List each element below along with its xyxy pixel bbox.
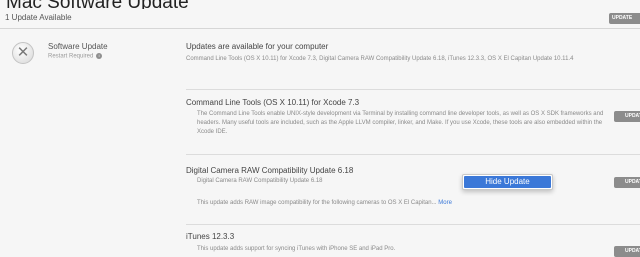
update-button-command-line-tools[interactable]: UPDATE <box>614 111 640 122</box>
info-icon[interactable]: i <box>96 53 103 59</box>
update-title-digital-camera-raw: Digital Camera RAW Compatibility Update … <box>186 166 354 175</box>
summary-description: Command Line Tools (OS X 10.11) for Xcod… <box>186 56 574 62</box>
updates-count-label: 1 Update Available <box>5 13 72 22</box>
update-description-command-line-tools: The Command Line Tools enable UNIX-style… <box>197 111 604 135</box>
more-link[interactable]: More <box>438 200 452 206</box>
update-description-itunes: This update adds support for syncing iTu… <box>197 246 396 252</box>
update-all-button[interactable]: UPDATE <box>609 13 640 24</box>
software-update-x-icon: ✕ <box>12 42 34 64</box>
hide-update-menu-item[interactable]: Hide Update <box>464 176 551 188</box>
summary-title: Updates are available for your computer <box>186 42 329 51</box>
updates-count-bar: 1 Update Available UPDATE <box>0 9 640 29</box>
divider <box>186 224 640 225</box>
app-name: Software Update <box>48 42 108 51</box>
context-menu: Hide Update <box>462 174 553 190</box>
divider <box>186 154 640 155</box>
update-description-digital-camera-raw: This update adds RAW image compatibility… <box>197 199 611 208</box>
divider <box>186 89 640 90</box>
update-button-itunes[interactable]: UPDATE <box>614 246 640 257</box>
app-status: Restart Required i <box>48 53 103 60</box>
update-description-text: This update adds RAW image compatibility… <box>197 200 437 206</box>
restart-required-label: Restart Required <box>48 53 94 60</box>
update-subtitle-digital-camera-raw: Digital Camera RAW Compatibility Update … <box>197 178 323 184</box>
update-title-itunes: iTunes 12.3.3 <box>186 232 235 241</box>
update-button-digital-camera-raw[interactable]: UPDATE <box>614 177 640 188</box>
update-title-command-line-tools: Command Line Tools (OS X 10.11) for Xcod… <box>186 98 360 107</box>
